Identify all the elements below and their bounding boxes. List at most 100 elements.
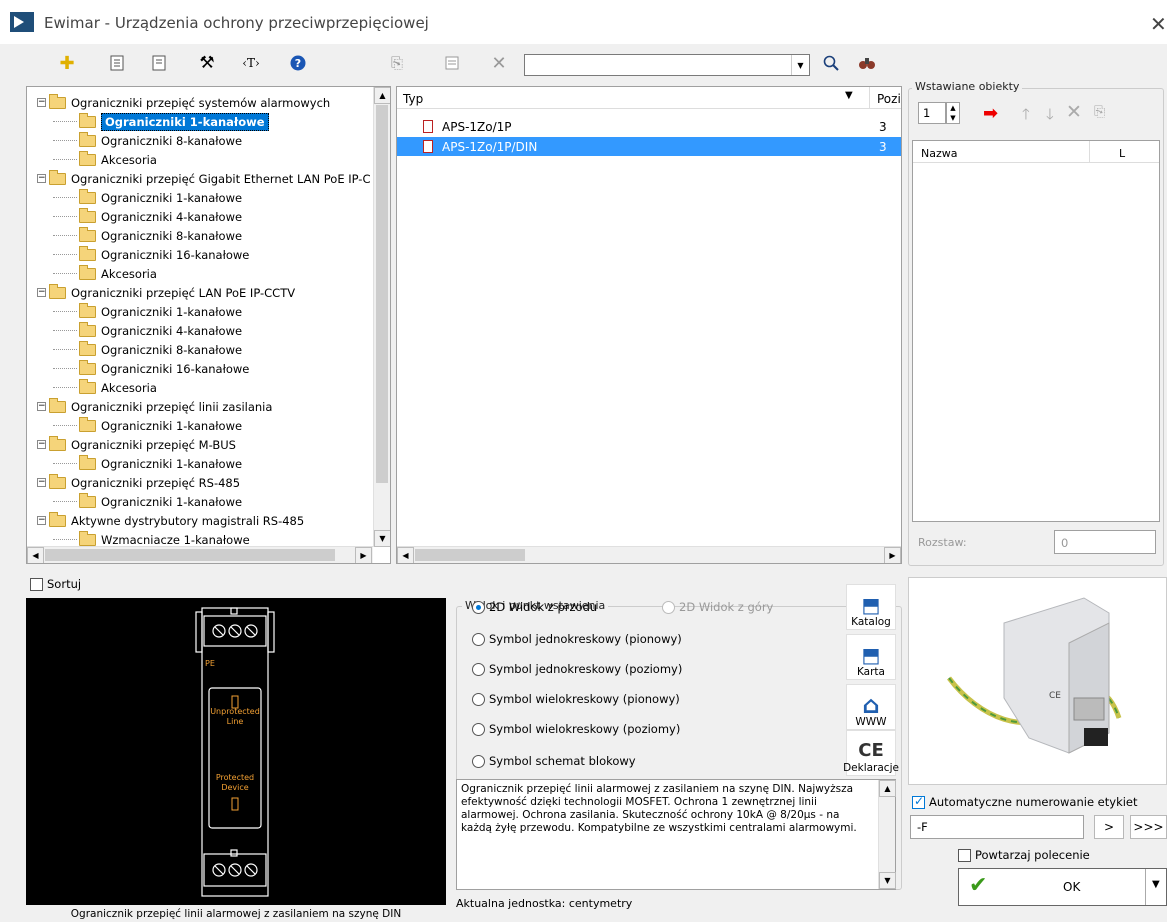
scroll-thumb[interactable] xyxy=(376,105,388,483)
view-option-radio[interactable]: Symbol wielokreskowy (pionowy) xyxy=(472,692,680,706)
category-tree[interactable]: − Ograniczniki przepięć systemów alarmowy… xyxy=(26,86,391,564)
collapse-icon[interactable]: − xyxy=(37,402,46,411)
insert-arrow-icon[interactable]: ➡ xyxy=(983,103,998,124)
delete-icon[interactable]: ✕ xyxy=(1066,101,1082,123)
collapse-icon[interactable]: − xyxy=(37,516,46,525)
last-number-button[interactable]: >>> xyxy=(1130,815,1167,839)
side-button-2[interactable]: ⌂ WWW xyxy=(846,684,896,730)
tree-item[interactable]: Ograniczniki 16-kanałowe xyxy=(53,359,249,378)
repeat-command-checkbox[interactable]: Powtarzaj polecenie xyxy=(958,848,1090,862)
move-up-icon[interactable]: 🡑 xyxy=(1022,104,1030,129)
view-option-radio[interactable]: Symbol schemat blokowy xyxy=(472,754,636,768)
collapse-icon[interactable]: − xyxy=(37,98,46,107)
find-binoculars-icon[interactable] xyxy=(856,52,878,74)
scroll-down-icon[interactable]: ▼ xyxy=(374,530,390,547)
tree-item[interactable]: Akcesoria xyxy=(53,150,157,169)
copy-icon[interactable]: ⎘ xyxy=(1094,104,1105,120)
checkbox-box[interactable] xyxy=(30,577,43,591)
tree-group[interactable]: − Ograniczniki przepięć M-BUS xyxy=(37,435,236,454)
tree-group[interactable]: − Ograniczniki przepięć Gigabit Ethernet … xyxy=(37,169,371,188)
tree-item[interactable]: Ograniczniki 4-kanałowe xyxy=(53,207,242,226)
tree-item[interactable]: Akcesoria xyxy=(53,378,157,397)
move-down-icon[interactable]: 🡓 xyxy=(1046,104,1054,129)
search-combo[interactable]: ▼ xyxy=(524,54,810,76)
tree-item[interactable]: Ograniczniki 1-kanałowe xyxy=(53,492,242,511)
view-option-radio[interactable]: Symbol jednokreskowy (poziomy) xyxy=(472,662,682,676)
next-number-button[interactable]: > xyxy=(1094,815,1124,839)
side-button-3[interactable]: CE Deklaracje xyxy=(843,730,899,776)
view-option-radio[interactable]: 2D Widok z przodu xyxy=(472,600,597,614)
chevron-down-icon[interactable]: ▼ xyxy=(791,55,809,75)
scroll-down-icon[interactable]: ▼ xyxy=(879,872,896,889)
scroll-right-icon[interactable]: ▶ xyxy=(355,547,372,563)
document-icon[interactable] xyxy=(148,52,170,74)
rozstaw-input[interactable]: 0 xyxy=(1054,530,1156,554)
list-row[interactable]: APS-1Zo/1P 3 xyxy=(397,117,901,136)
tree-item[interactable]: Ograniczniki 16-kanałowe xyxy=(53,245,249,264)
copy-icon[interactable]: ⎘ xyxy=(386,52,408,74)
description-scrollbar[interactable]: ▲ ▼ xyxy=(878,780,896,889)
properties-icon[interactable] xyxy=(106,52,128,74)
column-l[interactable]: L xyxy=(1119,147,1125,160)
collapse-icon[interactable]: − xyxy=(37,174,46,183)
tree-group[interactable]: − Ograniczniki przepięć RS-485 xyxy=(37,473,240,492)
tree-item[interactable]: Ograniczniki 1-kanałowe xyxy=(53,188,242,207)
tree-group[interactable]: − Ograniczniki przepięć LAN PoE IP-CCTV xyxy=(37,283,295,302)
collapse-icon[interactable]: − xyxy=(37,478,46,487)
scroll-thumb[interactable] xyxy=(415,549,525,561)
inserted-objects-list[interactable]: Nazwa L xyxy=(912,140,1160,522)
product-list[interactable]: Typ ▼ Pozi APS-1Zo/1P 3 APS-1Zo/1P/DIN 3 ◀ … xyxy=(396,86,902,564)
tree-horizontal-scrollbar[interactable]: ◀ ▶ xyxy=(27,546,373,563)
description-textarea[interactable]: Ogranicznik przepięć linii alarmowej z z… xyxy=(456,779,896,890)
search-icon[interactable] xyxy=(820,52,842,74)
folder-icon xyxy=(49,283,66,299)
column-type[interactable]: Typ xyxy=(403,92,423,106)
scroll-right-icon[interactable]: ▶ xyxy=(884,547,901,563)
checkbox-box[interactable] xyxy=(912,794,925,809)
chevron-down-icon[interactable]: ▼ xyxy=(845,90,853,101)
side-button-0[interactable]: ⬒ Katalog xyxy=(846,584,896,630)
tree-vertical-scrollbar[interactable]: ▲ ▼ xyxy=(373,87,390,547)
tree-item[interactable]: Ograniczniki 1-kanałowe xyxy=(53,454,242,473)
list-horizontal-scrollbar[interactable]: ◀ ▶ xyxy=(397,546,901,563)
tree-item[interactable]: Ograniczniki 1-kanałowe xyxy=(53,112,269,131)
scroll-left-icon[interactable]: ◀ xyxy=(27,547,44,563)
delete-icon[interactable]: ✕ xyxy=(488,52,510,74)
scroll-up-icon[interactable]: ▲ xyxy=(374,87,390,104)
tree-item[interactable]: Ograniczniki 8-kanałowe xyxy=(53,340,242,359)
chevron-down-icon[interactable]: ▼ xyxy=(1152,879,1160,890)
checkbox-box[interactable] xyxy=(958,848,971,862)
tree-item[interactable]: Ograniczniki 1-kanałowe xyxy=(53,416,242,435)
scroll-left-icon[interactable]: ◀ xyxy=(397,547,414,563)
ok-button[interactable]: ✔ OK ▼ xyxy=(958,868,1167,906)
scroll-up-icon[interactable]: ▲ xyxy=(879,780,896,797)
tree-item[interactable]: Akcesoria xyxy=(53,264,157,283)
add-icon[interactable]: ✚ xyxy=(56,52,78,74)
tree-group[interactable]: − Aktywne dystrybutory magistrali RS-485 xyxy=(37,511,304,530)
tree-item[interactable]: Ograniczniki 4-kanałowe xyxy=(53,321,242,340)
auto-numbering-checkbox[interactable]: Automatyczne numerowanie etykiet xyxy=(912,794,1138,809)
view-option-radio[interactable]: Symbol wielokreskowy (poziomy) xyxy=(472,722,680,736)
collapse-icon[interactable]: − xyxy=(37,288,46,297)
list-icon[interactable] xyxy=(441,52,463,74)
tree-item[interactable]: Ograniczniki 8-kanałowe xyxy=(53,226,242,245)
tree-item[interactable]: Ograniczniki 8-kanałowe xyxy=(53,131,242,150)
side-button-1[interactable]: ⬒ Karta xyxy=(846,634,896,680)
sort-checkbox[interactable]: Sortuj xyxy=(30,577,81,591)
column-name[interactable]: Nazwa xyxy=(921,147,957,160)
quantity-stepper[interactable]: ▲ ▼ xyxy=(946,102,960,124)
label-prefix-input[interactable]: -F xyxy=(910,815,1084,839)
collapse-icon[interactable]: − xyxy=(37,440,46,449)
column-position[interactable]: Pozi xyxy=(877,92,901,106)
tree-item[interactable]: Ograniczniki 1-kanałowe xyxy=(53,302,242,321)
text-icon[interactable]: ‹T› xyxy=(240,52,262,74)
help-icon[interactable]: ? xyxy=(287,52,309,74)
close-icon[interactable]: ✕ xyxy=(1150,12,1167,36)
tools-icon[interactable]: ⚒ xyxy=(196,52,218,74)
list-row[interactable]: APS-1Zo/1P/DIN 3 xyxy=(397,137,901,156)
tree-group[interactable]: − Ograniczniki przepięć linii zasilania xyxy=(37,397,272,416)
quantity-input[interactable]: 1 xyxy=(918,102,946,124)
view-option-radio[interactable]: Symbol jednokreskowy (pionowy) xyxy=(472,632,682,646)
scroll-thumb[interactable] xyxy=(45,549,335,561)
tree-group[interactable]: − Ograniczniki przepięć systemów alarmowy… xyxy=(37,93,330,112)
